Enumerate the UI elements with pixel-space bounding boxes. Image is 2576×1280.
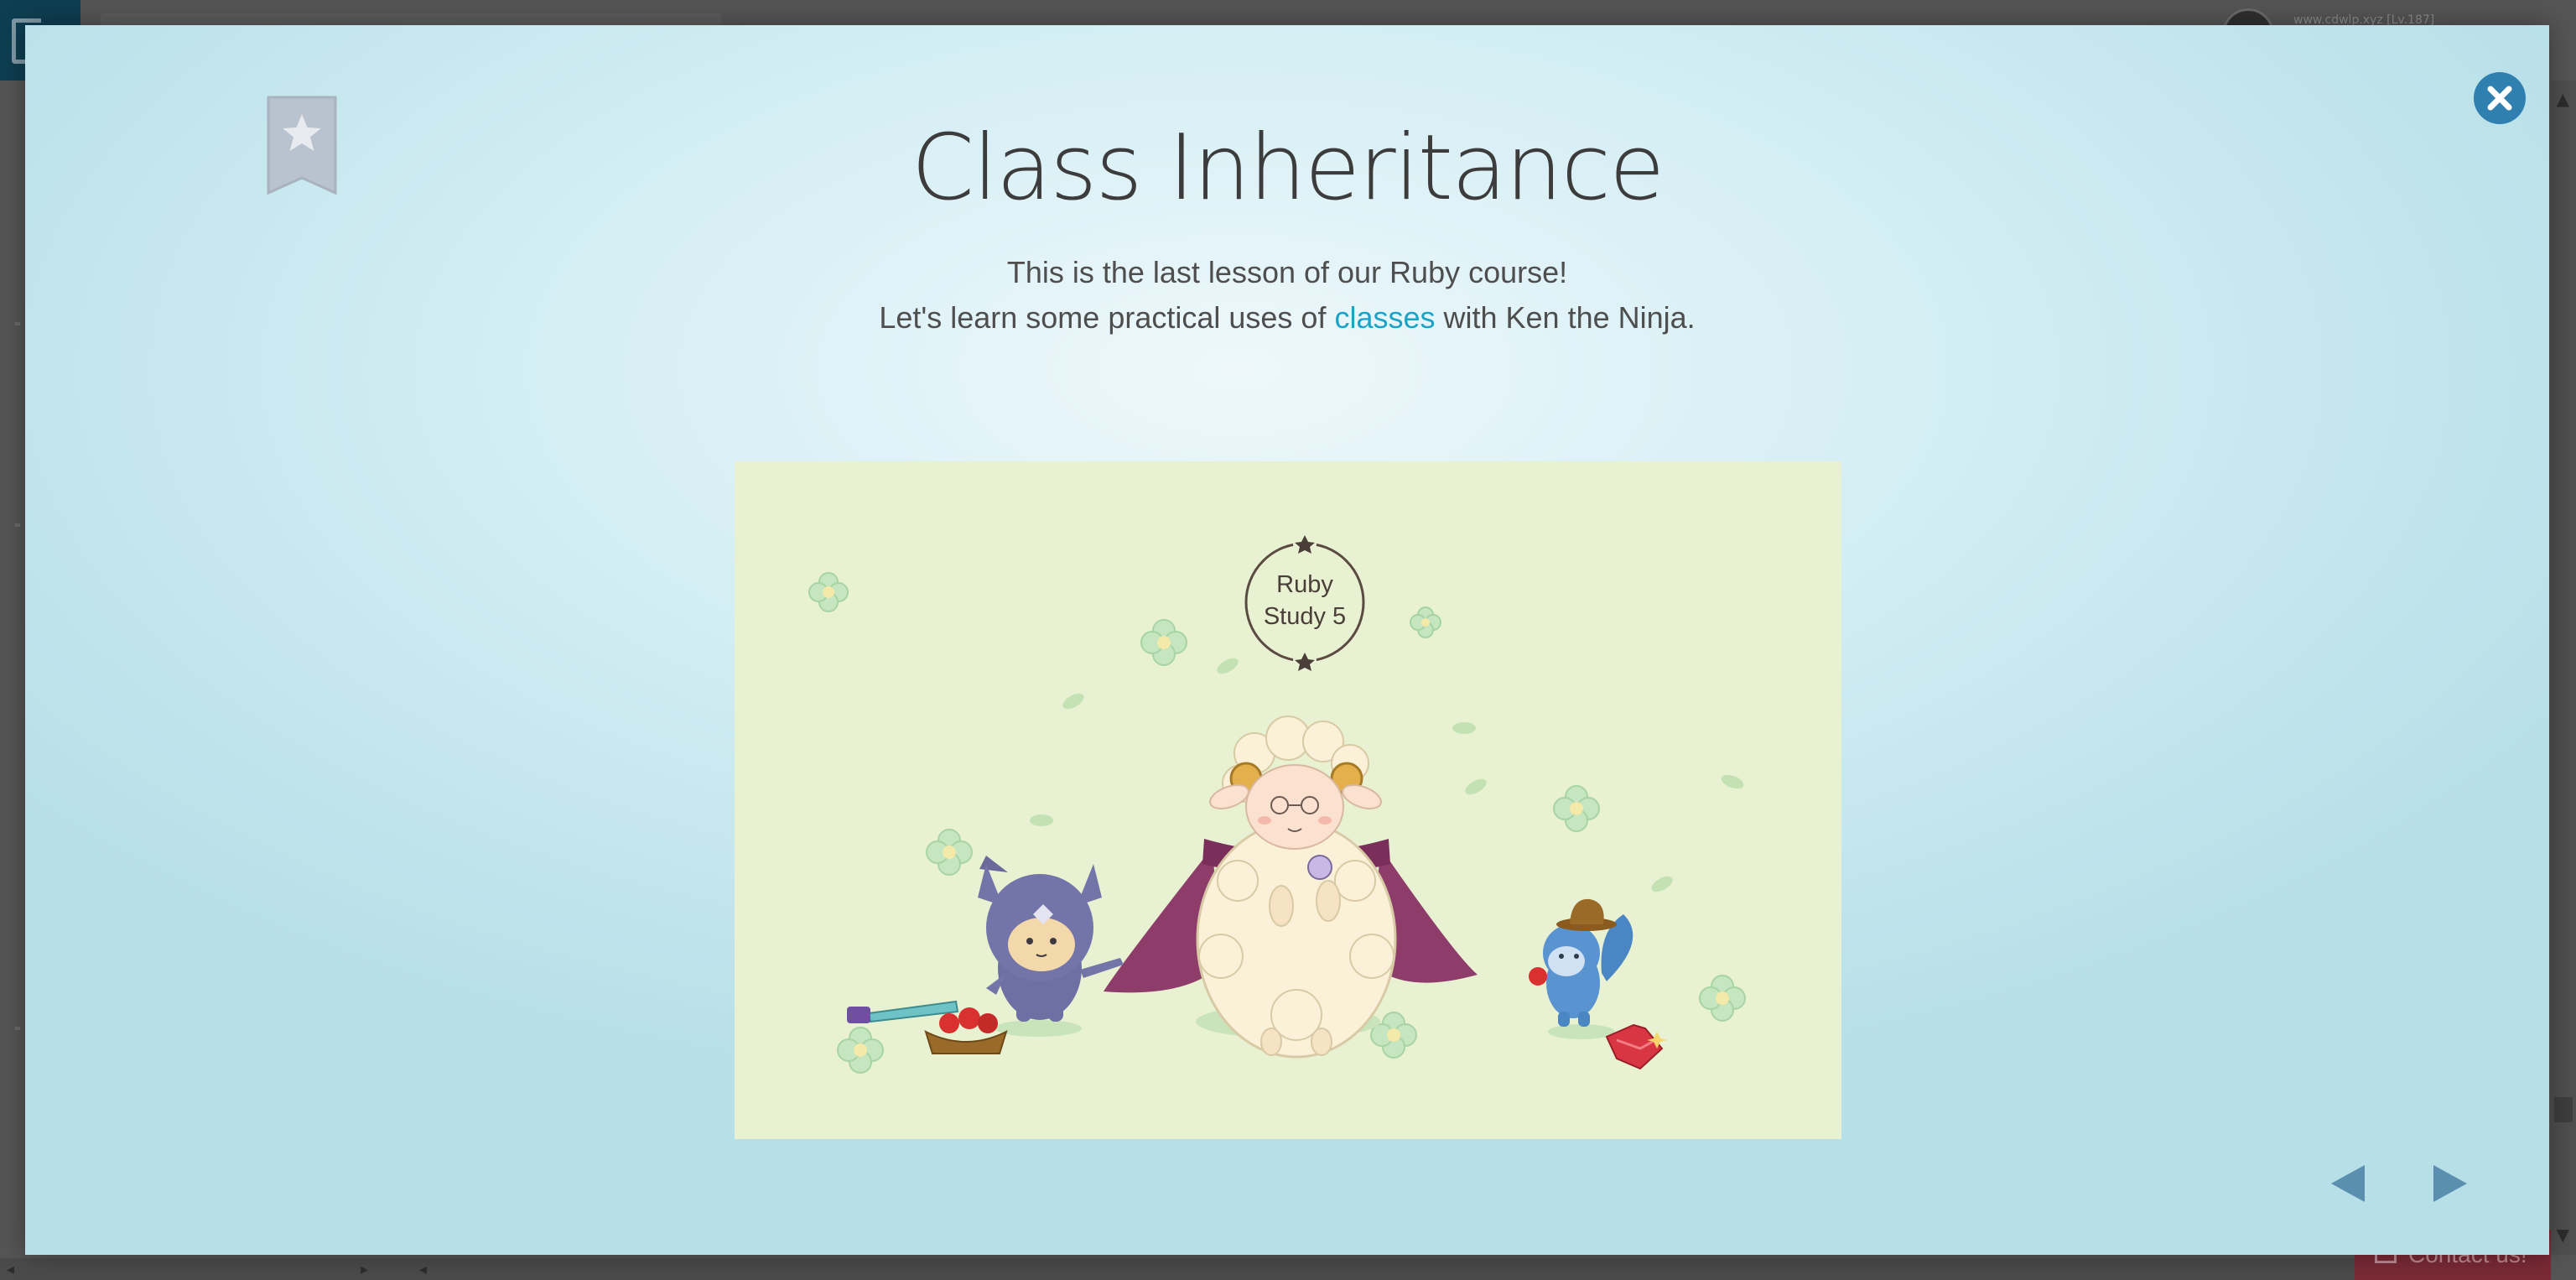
- sheep-character: [1104, 715, 1478, 1059]
- scroll-down-icon[interactable]: ▼: [2557, 1225, 2569, 1245]
- ruby-gem-icon: [1605, 1023, 1667, 1070]
- prev-slide-button[interactable]: [2328, 1163, 2370, 1205]
- close-icon: [2487, 86, 2512, 111]
- next-slide-button[interactable]: [2428, 1163, 2470, 1205]
- description-text: with Ken the Ninja.: [1435, 300, 1696, 335]
- blue-squirrel-character: [1529, 898, 1633, 1027]
- sidebar-mark: [15, 523, 20, 527]
- scroll-left-icon[interactable]: ◂: [7, 1261, 14, 1278]
- ninja-cat-character: [978, 856, 1124, 1022]
- lesson-description: This is the last lesson of our Ruby cour…: [25, 250, 2549, 341]
- scroll-right-icon[interactable]: ▸: [361, 1261, 368, 1278]
- description-line-2: Let's learn some practical uses of class…: [25, 295, 2549, 341]
- vertical-scrollbar[interactable]: [2551, 81, 2576, 1255]
- scroll-up-icon[interactable]: ▲: [2557, 89, 2569, 109]
- scroll-left-icon[interactable]: ◂: [419, 1261, 427, 1278]
- sidebar-mark: [15, 322, 20, 325]
- description-line-1: This is the last lesson of our Ruby cour…: [1006, 255, 1568, 289]
- next-arrow-icon: [2433, 1165, 2467, 1202]
- badge-line-1: Ruby: [1276, 571, 1333, 598]
- lesson-modal: Class Inheritance This is the last lesso…: [25, 25, 2549, 1255]
- lesson-illustration: Ruby Study 5: [735, 461, 1841, 1139]
- lesson-title: Class Inheritance: [911, 116, 1665, 221]
- sidebar-mark: [15, 1027, 20, 1030]
- scrollbar-thumb[interactable]: [2554, 1097, 2573, 1122]
- horizontal-scrollbar[interactable]: [0, 1258, 2549, 1280]
- badge-line-2: Study 5: [1264, 603, 1346, 630]
- classes-keyword: classes: [1334, 300, 1436, 335]
- ruby-study-badge: Ruby Study 5: [1244, 532, 1365, 673]
- description-text: Let's learn some practical uses of: [879, 300, 1335, 335]
- prev-arrow-icon: [2331, 1165, 2365, 1202]
